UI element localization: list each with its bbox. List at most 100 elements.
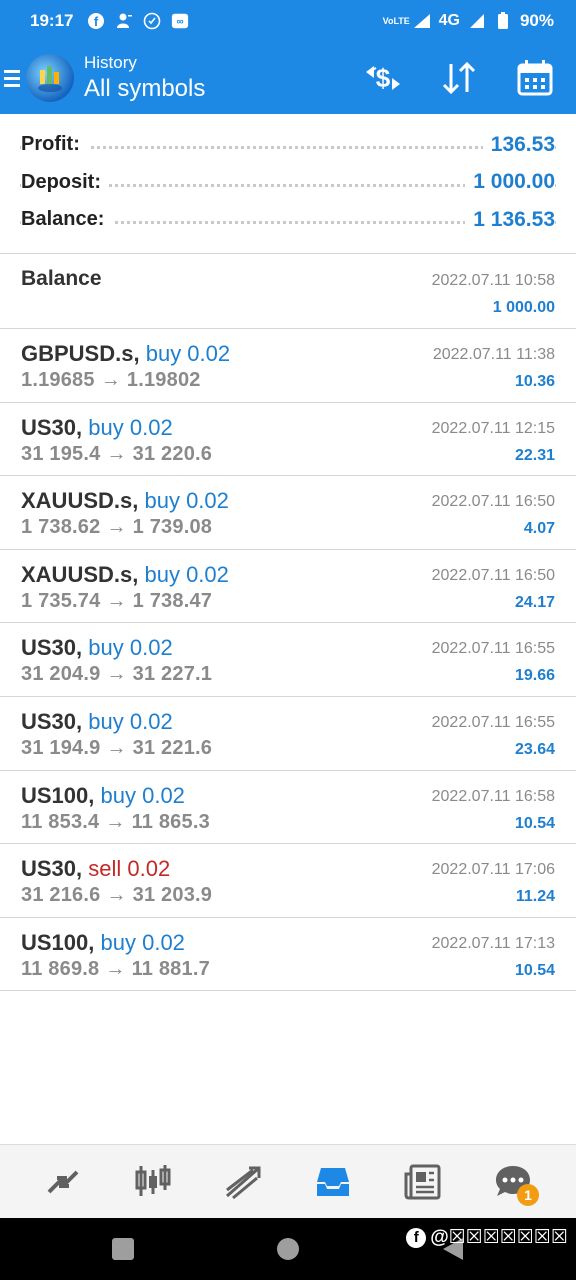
price-arrow: → — [100, 369, 121, 391]
deal-profit: 10.36 — [514, 373, 555, 390]
infinity-app-icon: ∞ — [171, 12, 189, 30]
menu-button[interactable] — [0, 42, 24, 114]
deal-direction: buy 0.02 — [100, 782, 185, 808]
open-price: 11 853.4 — [21, 810, 100, 833]
trade-icon — [226, 1166, 261, 1199]
summary-label: Balance: — [21, 208, 113, 232]
close-price: 1 739.08 — [132, 516, 213, 539]
open-price: 1 735.74 — [21, 589, 101, 612]
deal-prices: 31 194.9 → 31 221.6 — [21, 737, 212, 760]
divider — [0, 253, 576, 254]
summary-value: 1 136.53 — [465, 207, 555, 232]
deal-direction: buy 0.02 — [88, 414, 173, 440]
deal-symbol: XAUUSD.s, — [21, 561, 139, 587]
balance-entry[interactable]: Balance 2022.07.11 10:58 1 000.00 — [0, 255, 576, 329]
svg-text:∞: ∞ — [177, 17, 184, 28]
svg-text:$: $ — [376, 63, 391, 93]
sort-button[interactable] — [438, 57, 480, 99]
deal-symbol: US30, — [21, 708, 83, 734]
open-price: 31 194.9 — [21, 736, 101, 759]
facebook-notification-icon: f — [87, 12, 105, 30]
page-subtitle: History — [84, 53, 137, 72]
price-arrow: → — [106, 884, 127, 907]
nav-chat[interactable]: 1 — [483, 1152, 543, 1212]
open-price: 1 738.62 — [21, 516, 101, 539]
history-icon — [317, 1167, 349, 1196]
home-button[interactable] — [276, 1237, 300, 1261]
symbol-filter-button[interactable]: $ — [362, 57, 404, 99]
page-title[interactable]: All symbols — [84, 75, 205, 103]
battery-level: 90% — [519, 11, 554, 30]
deal-datetime: 2022.07.11 10:58 — [431, 272, 555, 289]
deal-symbol-line: XAUUSD.s, buy 0.02 — [21, 488, 229, 514]
open-price: 1.19685 — [21, 369, 95, 391]
app-bar: History All symbols $ — [0, 42, 576, 114]
close-price: 1 738.47 — [132, 589, 213, 612]
price-arrow: → — [105, 957, 126, 980]
deal-prices: 31 204.9 → 31 227.1 — [21, 663, 212, 686]
signal-2-icon — [468, 12, 486, 30]
close-price: 11 881.7 — [131, 957, 210, 980]
deal-symbol-line: US100, buy 0.02 — [21, 783, 185, 809]
deal-direction: buy 0.02 — [144, 561, 229, 587]
deal-symbol: US100, — [21, 929, 95, 955]
chart-icon — [135, 1164, 171, 1196]
deal-row[interactable]: US30, buy 0.02 31 195.4 → 31 220.6 2022.07.1… — [0, 403, 576, 477]
facebook-logo-icon: f — [406, 1227, 427, 1248]
nav-quotes[interactable] — [33, 1152, 93, 1212]
calendar-icon — [517, 60, 553, 96]
balance-label: Balance — [21, 267, 102, 290]
deal-symbol: US100, — [21, 782, 95, 808]
deal-profit: 24.17 — [514, 593, 555, 611]
deal-datetime: 2022.07.11 16:55 — [431, 640, 555, 658]
summary-label: Profit: — [21, 133, 88, 157]
title-block: History All symbols — [84, 53, 205, 103]
deal-symbol: US30, — [21, 414, 83, 440]
deal-row[interactable]: GBPUSD.s, buy 0.02 1.19685 → 1.19802 2022.07… — [0, 329, 576, 403]
deal-profit: 22.31 — [514, 446, 555, 464]
metatrader-logo — [26, 54, 74, 102]
status-right: VoLTE 4G 90% — [383, 11, 554, 31]
deals-list: Balance 2022.07.11 10:58 1 000.00 GBPUSD… — [0, 255, 576, 992]
price-arrow: → — [105, 810, 126, 833]
deal-datetime: 2022.07.11 16:58 — [431, 787, 555, 805]
circle-icon — [277, 1238, 299, 1260]
nav-trade[interactable] — [213, 1152, 273, 1212]
deal-symbol-line: US100, buy 0.02 — [21, 930, 185, 956]
deal-row[interactable]: US30, sell 0.02 31 216.6 → 31 203.9 2022.07.… — [0, 844, 576, 918]
nav-history[interactable] — [303, 1152, 363, 1212]
deal-amount: 1 000.00 — [492, 299, 555, 316]
deal-row[interactable]: US100, buy 0.02 11 853.4 → 11 865.3 2022.07.… — [0, 771, 576, 845]
open-price: 31 204.9 — [21, 663, 101, 686]
add-person-icon — [115, 12, 133, 30]
price-arrow: → — [106, 736, 127, 759]
square-icon — [112, 1238, 134, 1260]
summary-profit: Profit: 136.53 — [0, 126, 576, 164]
deal-symbol: XAUUSD.s, — [21, 488, 139, 514]
deal-direction: buy 0.02 — [88, 708, 173, 734]
deal-profit: 11.24 — [515, 888, 555, 906]
deal-symbol-line: US30, buy 0.02 — [21, 635, 173, 661]
bottom-nav: 1 — [0, 1144, 576, 1218]
open-price: 31 195.4 — [21, 442, 101, 465]
deal-profit: 23.64 — [514, 740, 555, 758]
deal-row[interactable]: XAUUSD.s, buy 0.02 1 735.74 → 1 738.47 2022.… — [0, 550, 576, 624]
recents-button[interactable] — [111, 1237, 135, 1261]
nav-chart[interactable] — [123, 1152, 183, 1212]
open-price: 11 869.8 — [21, 957, 100, 980]
summary-balance: Balance: 1 136.53 — [0, 201, 576, 239]
deal-direction: buy 0.02 — [144, 488, 229, 514]
deal-symbol: US30, — [21, 856, 83, 882]
price-arrow: → — [106, 589, 127, 612]
deal-row[interactable]: US30, buy 0.02 31 194.9 → 31 221.6 2022.07.1… — [0, 697, 576, 771]
deal-row[interactable]: US30, buy 0.02 31 204.9 → 31 227.1 2022.07.1… — [0, 623, 576, 697]
deal-prices: 31 195.4 → 31 220.6 — [21, 443, 212, 466]
nav-news[interactable] — [393, 1152, 453, 1212]
deal-row[interactable]: US100, buy 0.02 11 869.8 → 11 881.7 2022.07.… — [0, 918, 576, 992]
deal-row[interactable]: XAUUSD.s, buy 0.02 1 738.62 → 1 739.08 2022.… — [0, 476, 576, 550]
calendar-button[interactable] — [514, 57, 556, 99]
deal-datetime: 2022.07.11 17:06 — [431, 861, 555, 879]
deal-profit: 10.54 — [514, 961, 555, 979]
volte-label: VoLTE — [382, 15, 410, 26]
app-bar-actions: $ — [362, 57, 556, 99]
